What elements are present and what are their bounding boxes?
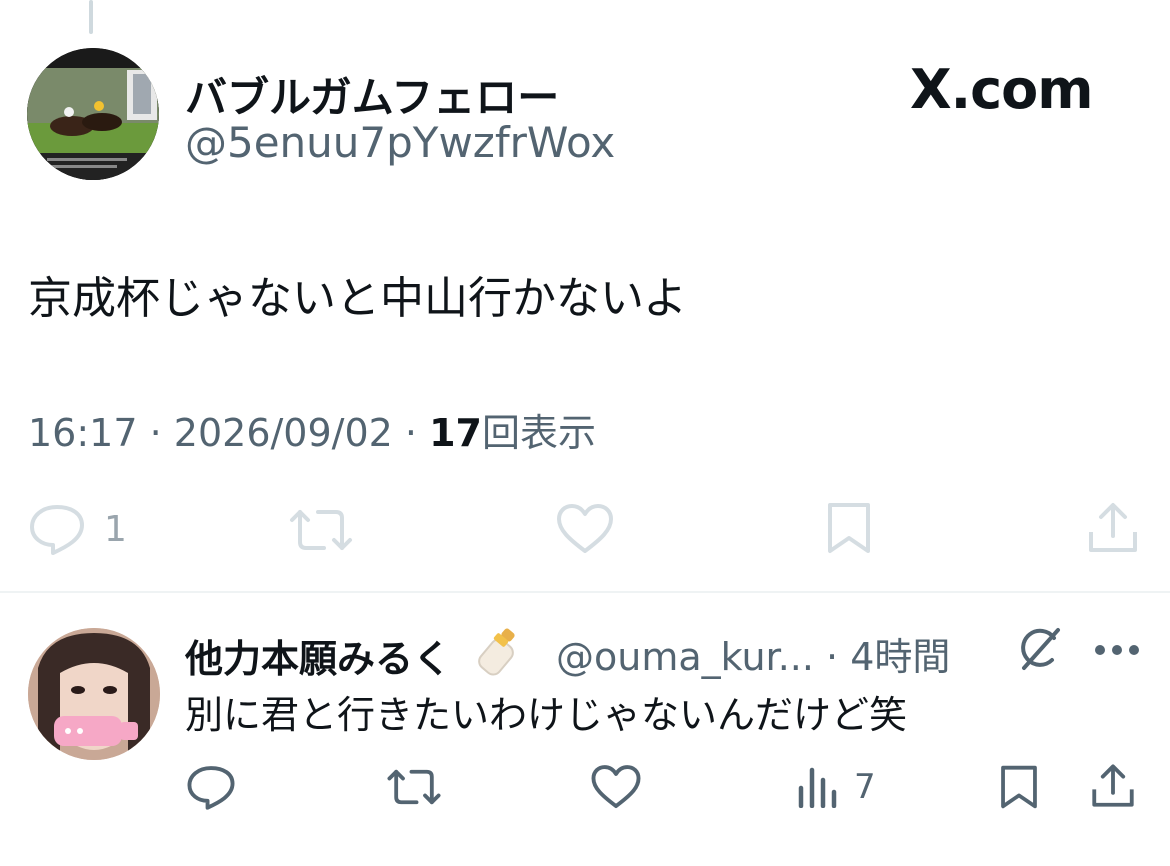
more-options-button[interactable] [1094,644,1140,656]
thread-connector [89,0,93,34]
reply-text: 別に君と行きたいわけじゃないんだけど笑 [185,693,908,737]
heart-icon [557,504,613,553]
bookmark-icon [1001,765,1037,809]
user-handle[interactable]: @5enuu7pYwzfrWox [185,118,615,167]
post-date: 2026/09/02 [173,411,393,455]
like-button[interactable] [555,503,615,555]
meta-separator: · [826,635,839,679]
repost-button[interactable] [386,766,442,808]
bookmark-button[interactable] [824,501,874,555]
like-button[interactable] [590,764,642,810]
meta-separator: · [404,411,418,455]
reply-handle-line: @ouma_kur... · 4時間 [556,626,950,681]
repost-button[interactable] [288,506,354,554]
user-handle[interactable]: @ouma_kur... [556,635,814,679]
avatar[interactable] [28,628,160,760]
post-text: 京成杯じゃないと中山行かないよ [28,273,688,324]
horse-race-avatar-image [27,48,159,180]
more-icon [1095,645,1139,655]
share-button[interactable] [1086,500,1140,556]
display-name[interactable]: 他力本願みるく [185,626,524,683]
views-label: 回表示 [482,411,597,455]
grok-button[interactable] [1016,626,1062,672]
reply-count: 1 [104,508,127,550]
avatar[interactable] [27,48,159,180]
heart-icon [591,765,641,809]
views-count: 7 [854,767,876,807]
meta-separator: · [149,411,162,455]
reply-time[interactable]: 4時間 [850,635,950,679]
bookmark-icon [828,503,870,553]
reply-button[interactable] [186,764,236,810]
divider [0,591,1170,593]
reply-icon [187,766,235,810]
post-metadata: 16:17 · 2026/09/02 · 17回表示 [28,402,596,457]
reply-icon [30,505,84,555]
repost-icon [290,510,352,550]
views-button[interactable]: 7 [796,766,876,808]
grok-icon [1021,628,1060,670]
share-button[interactable] [1090,762,1136,810]
baby-bottle-icon [478,628,515,676]
display-name-text: 他力本願みるく [185,637,452,681]
x-logo: X.com [910,58,1094,121]
analytics-icon [798,767,837,808]
profile-photo-image [28,628,160,760]
share-icon [1089,503,1137,552]
display-name[interactable]: バブルガムフェロー [185,64,559,125]
reply-button[interactable]: 1 [28,503,127,555]
bookmark-button[interactable] [998,763,1040,811]
views-count: 17 [429,411,482,455]
repost-icon [387,769,441,805]
post-time: 16:17 [28,411,138,455]
share-icon [1092,764,1134,807]
